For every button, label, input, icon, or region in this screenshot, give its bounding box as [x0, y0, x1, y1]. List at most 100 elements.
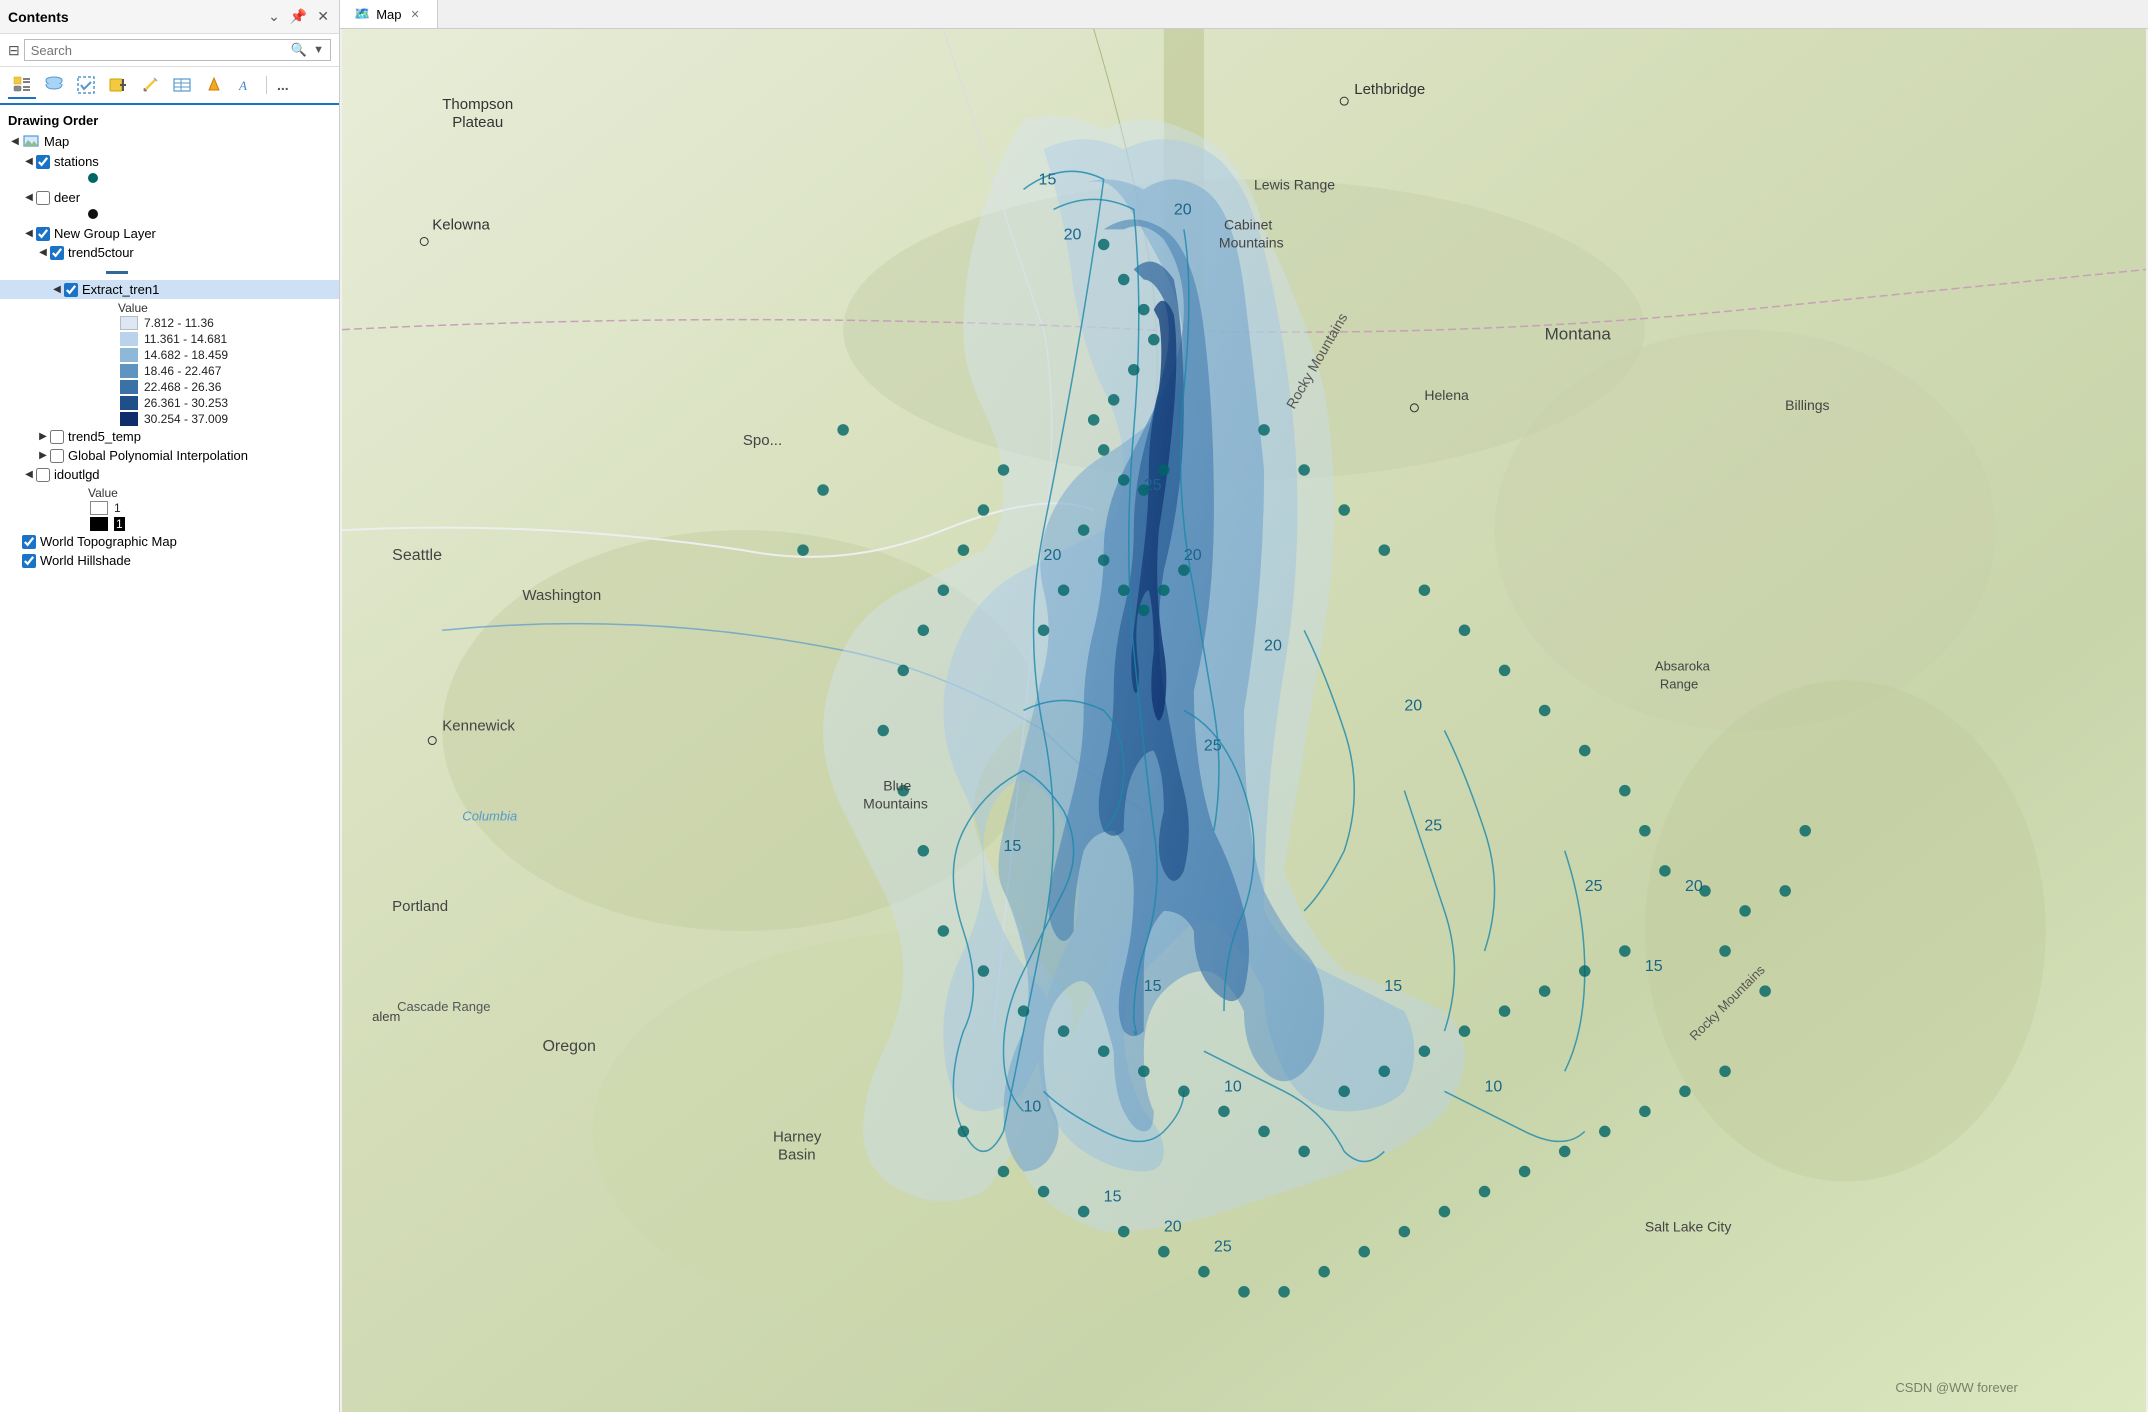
idoutlgd-label-2: 1: [114, 517, 125, 531]
collapse-icon[interactable]: ⌄: [266, 6, 282, 27]
deer-expand-arrow[interactable]: ◀: [22, 192, 36, 203]
search-button[interactable]: 🔍: [289, 42, 309, 58]
svg-text:Portland: Portland: [392, 898, 448, 915]
sketch-icon: [140, 75, 160, 95]
legend-label-3: 14.682 - 18.459: [144, 348, 228, 362]
legend-label-5: 22.468 - 26.36: [144, 380, 221, 394]
layer-trend5ctour[interactable]: ◀ trend5ctour: [0, 243, 339, 262]
layer-stations[interactable]: ◀ stations: [0, 152, 339, 171]
trend5-temp-expand-arrow[interactable]: ▶: [36, 431, 50, 442]
extract-tren1-expand-arrow[interactable]: ◀: [50, 284, 64, 295]
layer-new-group[interactable]: ◀ New Group Layer: [0, 224, 339, 243]
new-group-label: New Group Layer: [54, 226, 156, 241]
layer-map[interactable]: ◀ Map: [0, 130, 339, 152]
search-bar: ⊟ 🔍 ▼: [0, 34, 339, 67]
close-icon[interactable]: ✕: [315, 6, 331, 27]
layer-deer[interactable]: ◀ deer: [0, 188, 339, 207]
search-input-wrap: 🔍 ▼: [24, 39, 331, 61]
more-options-button[interactable]: ...: [273, 74, 293, 96]
list-drawing-order-button[interactable]: [8, 71, 36, 99]
filter-icon: ⊟: [8, 42, 20, 59]
trend5ctour-checkbox[interactable]: [50, 246, 64, 260]
svg-text:Lewis Range: Lewis Range: [1254, 176, 1335, 192]
table-icon: [172, 75, 192, 95]
svg-text:15: 15: [1003, 837, 1021, 855]
global-poly-expand-arrow[interactable]: ▶: [36, 450, 50, 461]
legend-swatch-3: [120, 348, 138, 362]
svg-text:25: 25: [1585, 877, 1603, 895]
labeling-icon: A: [236, 75, 256, 95]
stations-label: stations: [54, 154, 99, 169]
svg-text:10: 10: [1224, 1077, 1242, 1095]
svg-text:Mountains: Mountains: [1219, 234, 1284, 250]
svg-text:Harney: Harney: [773, 1128, 822, 1145]
list-selection-button[interactable]: [72, 72, 100, 98]
svg-text:20: 20: [1044, 546, 1062, 564]
legend-label-7: 30.254 - 37.009: [144, 412, 228, 426]
svg-text:25: 25: [1204, 737, 1222, 755]
legend-label-4: 18.46 - 22.467: [144, 364, 221, 378]
trend5-temp-label: trend5_temp: [68, 429, 141, 444]
svg-text:Basin: Basin: [778, 1146, 816, 1163]
layer-global-polynomial[interactable]: ▶ Global Polynomial Interpolation: [0, 446, 339, 465]
list-data-source-icon: [44, 75, 64, 95]
map-expand-arrow[interactable]: ◀: [8, 136, 22, 147]
world-topo-checkbox[interactable]: [22, 535, 36, 549]
new-group-checkbox[interactable]: [36, 227, 50, 241]
layer-extract-tren1[interactable]: ◀ Extract_tren1: [0, 280, 339, 299]
extract-tren1-label: Extract_tren1: [82, 282, 159, 297]
layer-world-hillshade[interactable]: World Hillshade: [0, 551, 339, 570]
symbology-button[interactable]: [200, 72, 228, 98]
table-button[interactable]: [168, 72, 196, 98]
global-poly-checkbox[interactable]: [50, 449, 64, 463]
search-input[interactable]: [31, 43, 285, 58]
add-data-button[interactable]: [104, 72, 132, 98]
sketch-button[interactable]: [136, 72, 164, 98]
trend5ctour-expand-arrow[interactable]: ◀: [36, 247, 50, 258]
legend-swatch-2: [120, 332, 138, 346]
trend5-temp-checkbox[interactable]: [50, 430, 64, 444]
search-dropdown-button[interactable]: ▼: [313, 44, 324, 56]
list-selection-icon: [76, 75, 96, 95]
layer-trend5-temp[interactable]: ▶ trend5_temp: [0, 427, 339, 446]
map-tab-close-button[interactable]: ✕: [407, 7, 422, 22]
stations-symbol-row: [0, 171, 339, 188]
stations-checkbox[interactable]: [36, 155, 50, 169]
world-hillshade-checkbox[interactable]: [22, 554, 36, 568]
deer-checkbox[interactable]: [36, 191, 50, 205]
world-topo-label: World Topographic Map: [40, 534, 177, 549]
svg-text:Lethbridge: Lethbridge: [1354, 81, 1425, 98]
layer-idoutlgd[interactable]: ◀ idoutlgd: [0, 465, 339, 484]
svg-text:Oregon: Oregon: [542, 1037, 595, 1055]
svg-text:Kennewick: Kennewick: [442, 718, 515, 735]
labeling-button[interactable]: A: [232, 72, 260, 98]
global-poly-label: Global Polynomial Interpolation: [68, 448, 248, 463]
stations-symbol-circle: [88, 173, 98, 183]
panel-header: Contents ⌄ 📌 ✕: [0, 0, 339, 34]
idoutlgd-checkbox[interactable]: [36, 468, 50, 482]
svg-text:15: 15: [1104, 1188, 1122, 1206]
svg-text:Washington: Washington: [522, 587, 601, 604]
svg-text:10: 10: [1485, 1077, 1503, 1095]
svg-text:alem: alem: [372, 1009, 400, 1024]
extract-tren1-checkbox[interactable]: [64, 283, 78, 297]
trend5ctour-label: trend5ctour: [68, 245, 134, 260]
legend-row-5: 22.468 - 26.36: [0, 379, 339, 395]
pin-icon[interactable]: 📌: [288, 6, 309, 27]
idoutlgd-swatch-1: [90, 501, 108, 515]
map-svg: 15 20 20 20 20 25 20 20 25 25 25 15 15 1…: [340, 29, 2148, 1412]
map-tab-icon: 🗺️: [354, 6, 370, 22]
layer-world-topo[interactable]: World Topographic Map: [0, 532, 339, 551]
legend-row-7: 30.254 - 37.009: [0, 411, 339, 427]
trend5ctour-symbol-line: [106, 271, 128, 274]
legend-swatch-6: [120, 396, 138, 410]
svg-text:15: 15: [1645, 957, 1663, 975]
deer-label: deer: [54, 190, 80, 205]
new-group-expand-arrow[interactable]: ◀: [22, 228, 36, 239]
map-canvas[interactable]: 15 20 20 20 20 25 20 20 25 25 25 15 15 1…: [340, 29, 2148, 1412]
idoutlgd-expand-arrow[interactable]: ◀: [22, 469, 36, 480]
map-layer-icon: [22, 132, 40, 150]
list-data-source-button[interactable]: [40, 72, 68, 98]
stations-expand-arrow[interactable]: ◀: [22, 156, 36, 167]
map-tab[interactable]: 🗺️ Map ✕: [340, 0, 438, 28]
